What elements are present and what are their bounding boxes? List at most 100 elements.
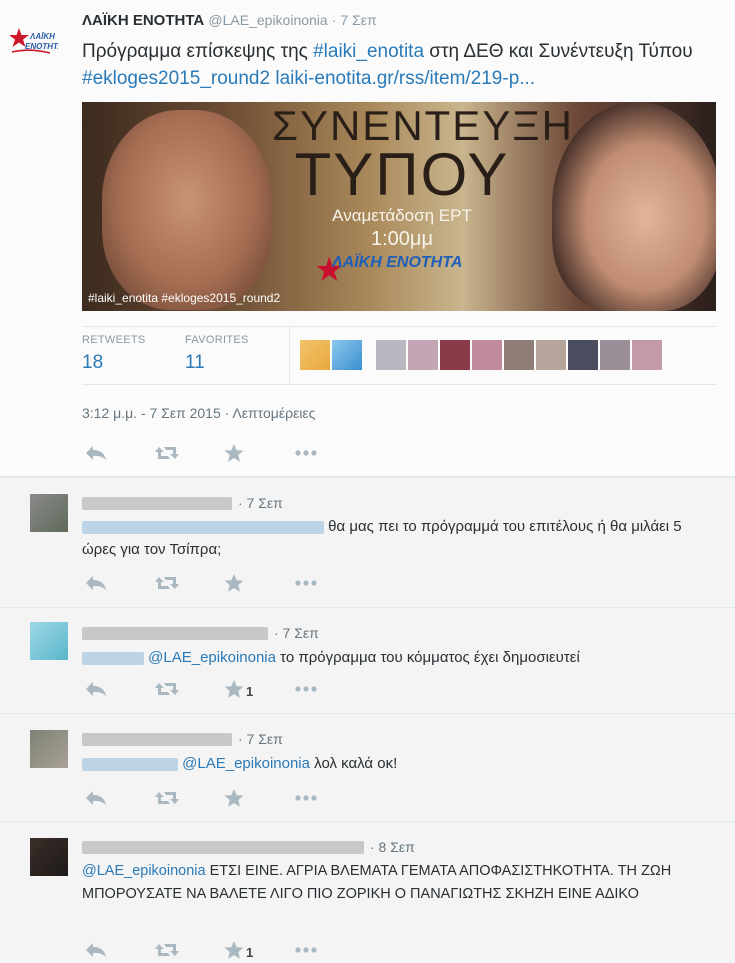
tweet-time[interactable]: · 7 Σεπ	[332, 12, 377, 28]
avatar[interactable]	[632, 340, 662, 370]
more-button[interactable]	[292, 941, 362, 961]
reply-icon	[86, 791, 106, 805]
media-subtitle: Αναμετάδοση ΕΡΤ	[332, 206, 472, 225]
reply-header: · 7 Σεπ	[82, 625, 319, 641]
avatar[interactable]	[472, 340, 502, 370]
redacted-author[interactable]	[82, 840, 364, 854]
avatar[interactable]	[30, 838, 68, 876]
redacted-author[interactable]	[82, 626, 268, 640]
hashtag-link[interactable]: #laiki_enotita	[313, 41, 424, 62]
favorite-button[interactable]	[222, 574, 292, 594]
media-logo-text: ΛΑΪΚΗ ΕΝΟΤΗΤΑ	[332, 254, 463, 271]
retweet-button[interactable]	[152, 680, 222, 700]
more-button[interactable]	[292, 574, 362, 594]
hashtag-link[interactable]: #ekloges2015_round2	[82, 68, 270, 89]
retweet-icon	[155, 683, 179, 695]
avatar[interactable]	[376, 340, 406, 370]
more-button[interactable]	[292, 444, 362, 464]
media-hashtags: #laiki_enotita #ekloges2015_round2	[88, 291, 281, 305]
favorite-icon	[224, 680, 244, 698]
avatar[interactable]	[408, 340, 438, 370]
avatar[interactable]	[536, 340, 566, 370]
favorite-button[interactable]	[222, 789, 292, 809]
reply-tweet: · 7 Σεπ @LAE_epikoinonia το πρόγραμμα το…	[0, 607, 735, 714]
reply-button[interactable]	[82, 574, 152, 594]
reply-time[interactable]: · 8 Σεπ	[370, 839, 415, 855]
media-time: 1:00μμ	[371, 228, 433, 250]
avatar[interactable]	[568, 340, 598, 370]
tweet-actions: 1	[82, 941, 362, 961]
reply-button[interactable]	[82, 941, 152, 961]
svg-text:ΛΑΪΚΗ: ΛΑΪΚΗ	[29, 32, 55, 41]
redacted-author[interactable]	[82, 732, 232, 746]
reply-button[interactable]	[82, 680, 152, 700]
tweet-media-image[interactable]: ΣΥΝΕΝΤΕΥΞΗ ΤΥΠΟΥ Αναμετάδοση ΕΡΤ 1:00μμ …	[82, 102, 716, 311]
reply-tweet: · 8 Σεπ @LAE_epikoinonia ΕΤΣΙ ΕΙΝΕ. ΑΓΡΙ…	[0, 821, 735, 963]
divider	[289, 326, 290, 384]
tweet-text: Πρόγραμμα επίσκεψης της #laiki_enotita σ…	[82, 38, 712, 92]
avatar[interactable]	[332, 340, 362, 370]
reply-body: το πρόγραμμα του κόμματος έχει δημοσιευτ…	[276, 649, 580, 666]
media-title: ΤΥΠΟΥ	[294, 141, 510, 208]
favorites-stat[interactable]: FAVORITES 11	[185, 334, 249, 374]
avatar[interactable]	[440, 340, 470, 370]
reply-time[interactable]: · 7 Σεπ	[238, 731, 283, 747]
reply-button[interactable]	[82, 444, 152, 464]
retweet-button[interactable]	[152, 444, 222, 464]
favorite-button[interactable]: 1	[222, 941, 292, 961]
avatar[interactable]	[30, 730, 68, 768]
mention-link[interactable]: @LAE_epikoinonia	[82, 863, 206, 879]
mention-link[interactable]: @LAE_epikoinonia	[182, 755, 310, 772]
author-name[interactable]: ΛΑΪΚΗ ΕΝΟΤΗΤΑ	[82, 12, 204, 29]
media-title: ΣΥΝΕΝΤΕΥΞΗ	[272, 102, 574, 149]
reply-text: θα μας πει το πρόγραμμά του επιτέλους ή …	[82, 515, 702, 561]
tweet-timestamp[interactable]: 3:12 μ.μ. - 7 Σεπ 2015 · Λεπτομέρειες	[82, 405, 315, 421]
favorite-button[interactable]	[222, 444, 292, 464]
reply-icon	[86, 682, 106, 696]
more-icon	[295, 947, 317, 953]
reply-icon	[86, 576, 106, 590]
avatar[interactable]	[300, 340, 330, 370]
retweet-button[interactable]	[152, 574, 222, 594]
retweet-icon	[155, 944, 179, 956]
reply-time[interactable]: · 7 Σεπ	[238, 495, 283, 511]
reply-icon	[86, 446, 106, 460]
reply-header: · 8 Σεπ	[82, 839, 415, 855]
retweet-button[interactable]	[152, 789, 222, 809]
reply-button[interactable]	[82, 789, 152, 809]
more-button[interactable]	[292, 789, 362, 809]
retweets-stat[interactable]: RETWEETS 18	[82, 334, 146, 374]
avatar[interactable]	[30, 622, 68, 660]
retweets-count: 18	[82, 352, 104, 373]
person-photo	[102, 110, 272, 310]
avatar[interactable]	[504, 340, 534, 370]
favorite-button[interactable]: 1	[222, 680, 292, 700]
redacted-mention[interactable]	[82, 520, 324, 534]
more-button[interactable]	[292, 680, 362, 700]
tweet-text-part: Πρόγραμμα επίσκεψης της	[82, 41, 314, 62]
tweet-actions: 1	[82, 680, 362, 700]
mention-link[interactable]: @LAE_epikoinonia	[148, 649, 276, 666]
url-link[interactable]: laiki-enotita.gr/rss/item/219-p...	[270, 68, 535, 89]
favorite-icon	[224, 789, 244, 807]
redacted-mention[interactable]	[82, 651, 144, 665]
more-icon	[295, 580, 317, 586]
reply-time[interactable]: · 7 Σεπ	[274, 625, 319, 641]
main-tweet: ΛΑΪΚΗ ΕΝΟΤΗΤΑ ΛΑΪΚΗ ΕΝΟΤΗΤΑ @LAE_epikoin…	[0, 0, 735, 476]
retweet-icon	[155, 447, 179, 459]
favorite-icon	[224, 941, 244, 959]
tweet-text-part: στη ΔΕΘ και Συνέντευξη Τύπου	[424, 41, 693, 62]
retweet-button[interactable]	[152, 941, 222, 961]
redacted-mention[interactable]	[82, 757, 178, 771]
author-handle[interactable]: @LAE_epikoinonia	[208, 12, 327, 28]
divider	[82, 384, 716, 385]
avatar[interactable]	[600, 340, 630, 370]
redacted-author[interactable]	[82, 496, 232, 510]
favoriter-avatars	[300, 340, 664, 370]
avatar[interactable]	[30, 494, 68, 532]
account-logo[interactable]: ΛΑΪΚΗ ΕΝΟΤΗΤΑ	[9, 26, 63, 56]
more-icon	[295, 686, 317, 692]
favorites-count: 11	[185, 352, 205, 373]
divider	[82, 326, 716, 327]
reply-tweet: · 7 Σεπ @LAE_epikoinonia λολ καλά οκ!	[0, 713, 735, 822]
